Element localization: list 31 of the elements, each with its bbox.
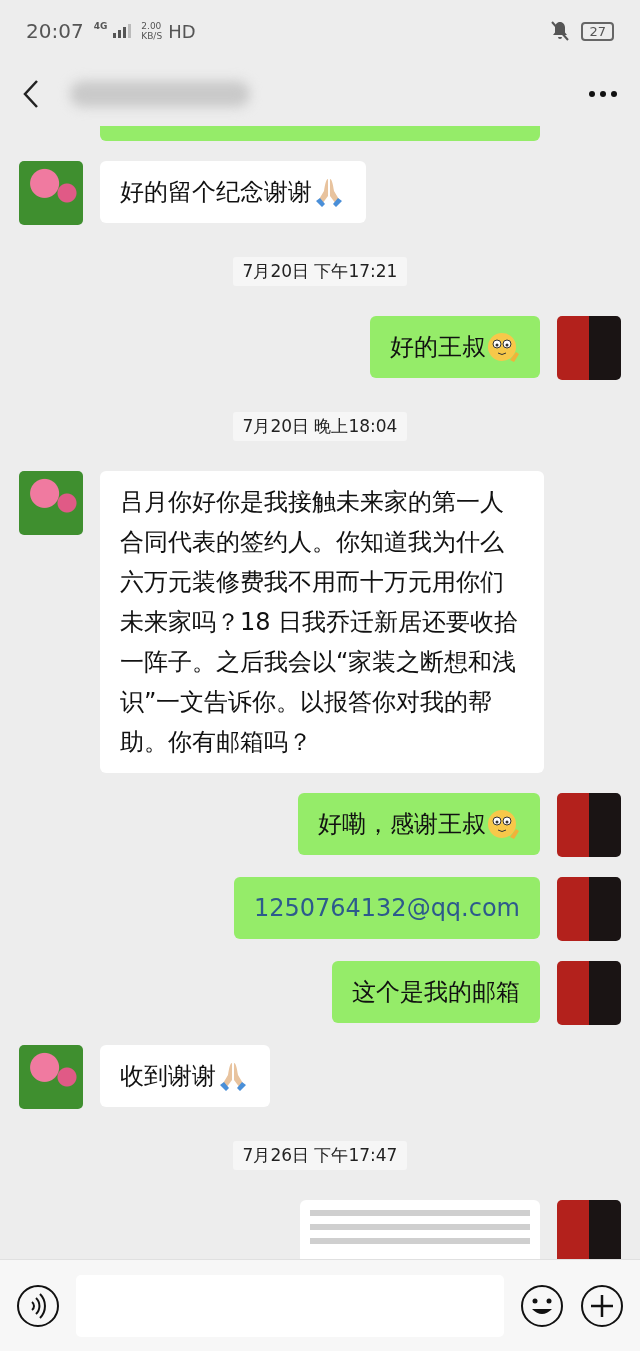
muted-bell-icon [551, 21, 570, 41]
avatar-photo-placeholder[interactable] [557, 793, 621, 857]
message-text: 这个是我的邮箱 [352, 977, 520, 1008]
back-icon[interactable] [22, 79, 40, 109]
signal-icon [113, 24, 132, 38]
message-text: 好嘞，感谢王叔 [318, 809, 486, 840]
more-icon[interactable] [588, 90, 618, 98]
hd-label: HD [168, 20, 196, 42]
avatar-photo-placeholder[interactable] [19, 471, 83, 535]
timestamp: 7月20日 晚上18:04 [232, 412, 408, 441]
message-text: 收到谢谢 [120, 1061, 216, 1092]
message-text: 吕月你好你是我接触未来家的第一人合同代表的签约人。你知道我为什么六万元装修费我不用而十万元用你们未来家吗？18 日我乔迁新居还要收拾一阵子。之后我会以“家装之断想和浅识”一文告诉你。以报答你对我的帮助。你有邮箱吗？ [120, 487, 520, 758]
email-link[interactable]: 1250764132@qq.com [253, 888, 520, 928]
speed-unit: KB/S [141, 31, 163, 41]
plus-icon[interactable] [580, 1283, 624, 1328]
status-time: 20:07 [26, 19, 84, 43]
timestamp: 7月20日 下午17:21 [232, 257, 408, 286]
message-text: 好的留个纪念谢谢 [120, 177, 312, 208]
network-label: 4G [93, 21, 108, 31]
avatar-photo-placeholder[interactable] [557, 316, 621, 380]
avatar-photo-placeholder[interactable] [557, 961, 621, 1025]
emoji-icon[interactable] [520, 1283, 564, 1328]
avatar-photo-placeholder[interactable] [557, 1200, 621, 1259]
voice-icon[interactable] [16, 1283, 60, 1328]
speed-value: 2.00 [141, 21, 163, 31]
avatar-photo-placeholder[interactable] [19, 161, 83, 225]
message-text: 好的王叔 [390, 332, 486, 363]
timestamp: 7月26日 下午17:47 [232, 1141, 408, 1170]
battery-indicator: 27 [581, 21, 614, 41]
avatar-photo-placeholder[interactable] [557, 877, 621, 941]
avatar-photo-placeholder[interactable] [19, 1045, 83, 1109]
